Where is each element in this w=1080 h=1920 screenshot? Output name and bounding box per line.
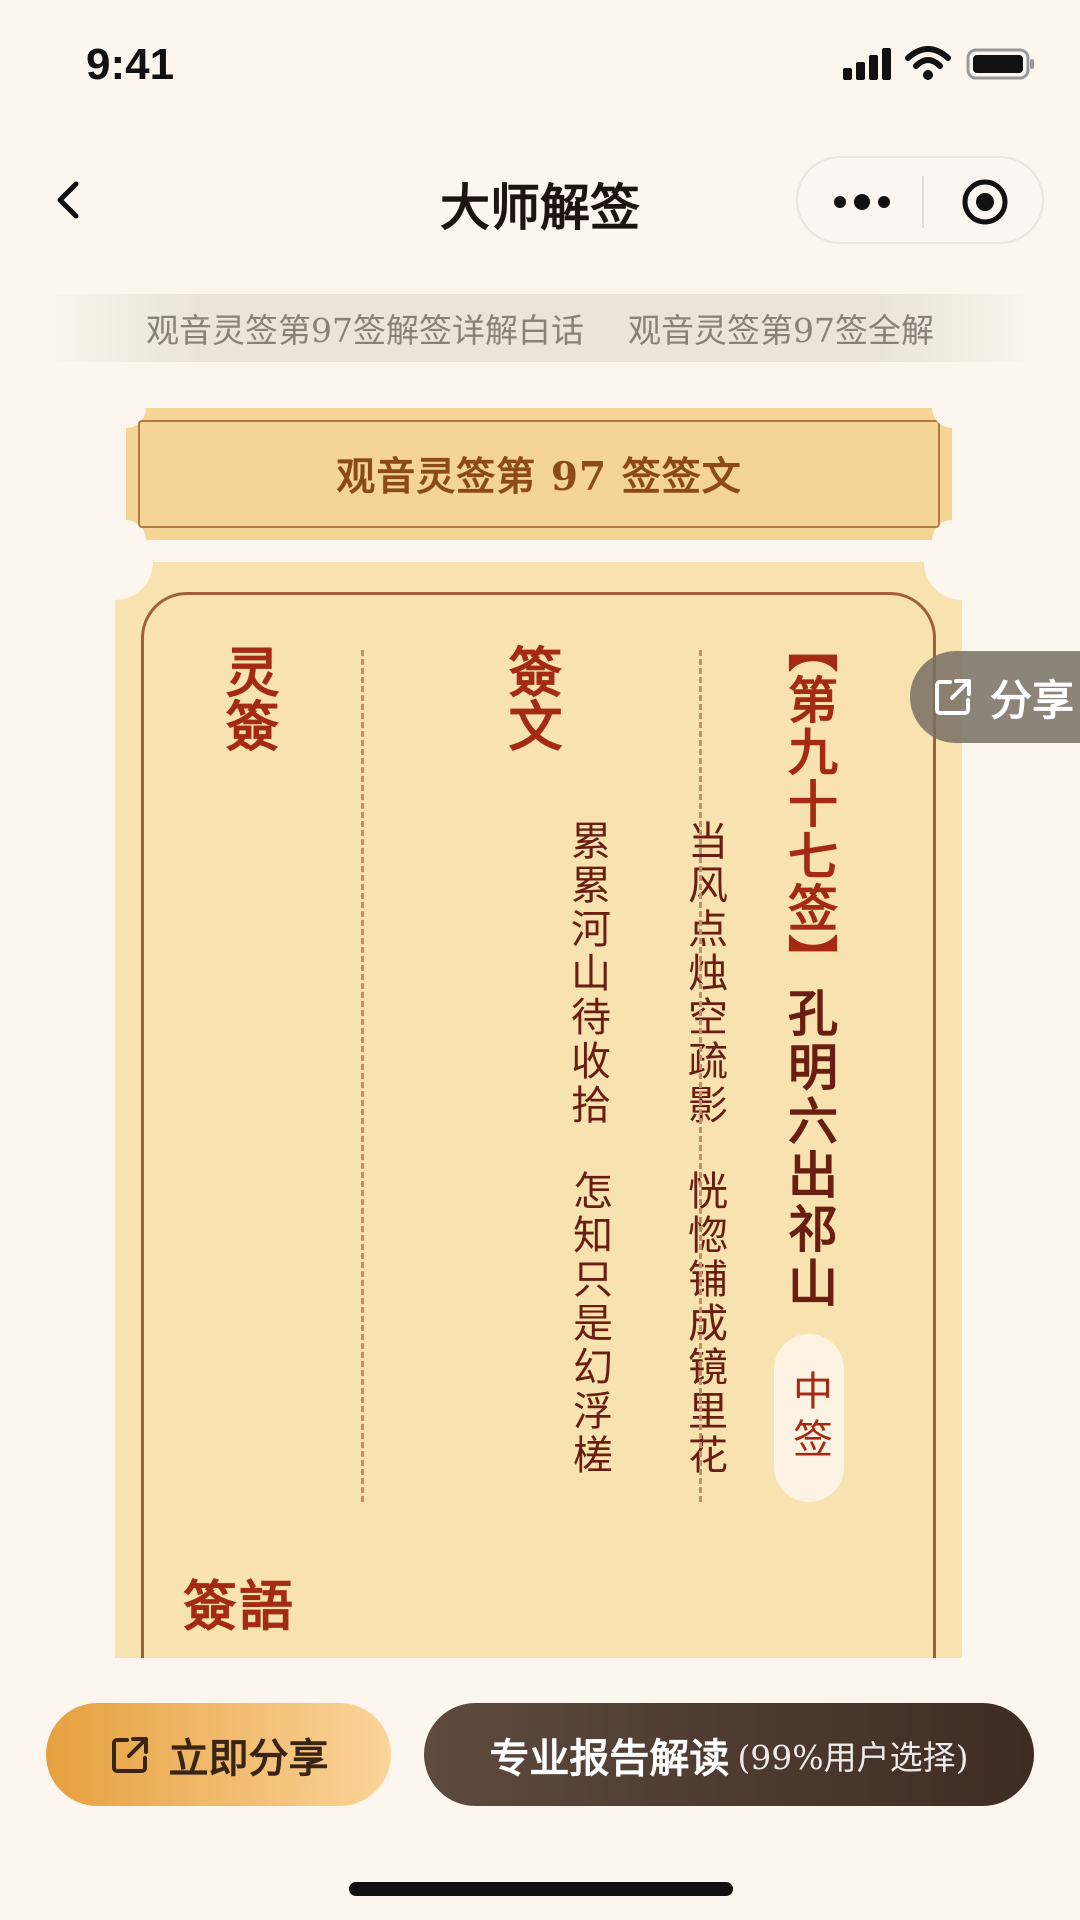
share-now-button[interactable]: 立即分享 [46,1703,391,1806]
qianyu-heading: 簽語 [183,1574,295,1638]
lot-name: 孔明六出祁山 [780,987,839,1311]
target-icon[interactable] [960,177,1010,227]
signal-icon [843,48,891,80]
poem-line: 恍惚铺成镜里花 [681,1170,727,1478]
divider [361,650,364,1502]
divider [699,650,702,1502]
poem-line: 怎知只是幻浮槎 [566,1170,612,1478]
wifi-icon [905,46,951,80]
headline-link[interactable]: 观音灵签第97签全解 [628,304,934,352]
headline-strip: 观音灵签第97签解签详解白话 观音灵签第97签全解 [56,294,1024,362]
lingqian-heading: 灵簽 [216,644,280,752]
fortune-card: 灵簽 簽文 累累河山待收拾 怎知只是幻浮槎 当风点烛空疏影 恍惚铺成镜里花 【第… [115,562,962,1658]
poem-line: 当风点烛空疏影 [681,820,727,1128]
home-indicator [349,1882,733,1896]
more-icon[interactable] [828,178,896,226]
status-time: 9:41 [86,40,175,89]
capsule-divider [922,176,924,228]
mini-program-capsule [796,156,1044,244]
lot-number: 【第九十七签】 [780,622,839,986]
status-bar: 9:41 [0,0,1080,120]
report-sub-label: (99%用户选择) [737,1737,969,1777]
float-share-label: 分享 [990,675,1075,725]
battery-icon [966,48,1034,80]
headline-link[interactable]: 观音灵签第97签解签详解白话 [146,304,584,352]
report-label: 专业报告解读 [489,1734,730,1782]
poem-line: 累累河山待收拾 [564,820,610,1128]
float-share-button[interactable]: 分享 [910,651,1080,743]
title-banner: 观音灵签第 97 签签文 [126,408,952,540]
share-icon [111,1736,148,1773]
share-now-label: 立即分享 [168,1734,329,1782]
share-icon [935,679,971,715]
grade-text: 中签 [786,1370,832,1466]
nav-bar: 大师解签 [0,150,1080,250]
report-button[interactable]: 专业报告解读 (99%用户选择) [424,1703,1034,1806]
qianwen-heading: 簽文 [499,644,563,752]
grade-badge: 中签 [774,1334,844,1502]
banner-title: 观音灵签第 97 签签文 [138,420,940,528]
